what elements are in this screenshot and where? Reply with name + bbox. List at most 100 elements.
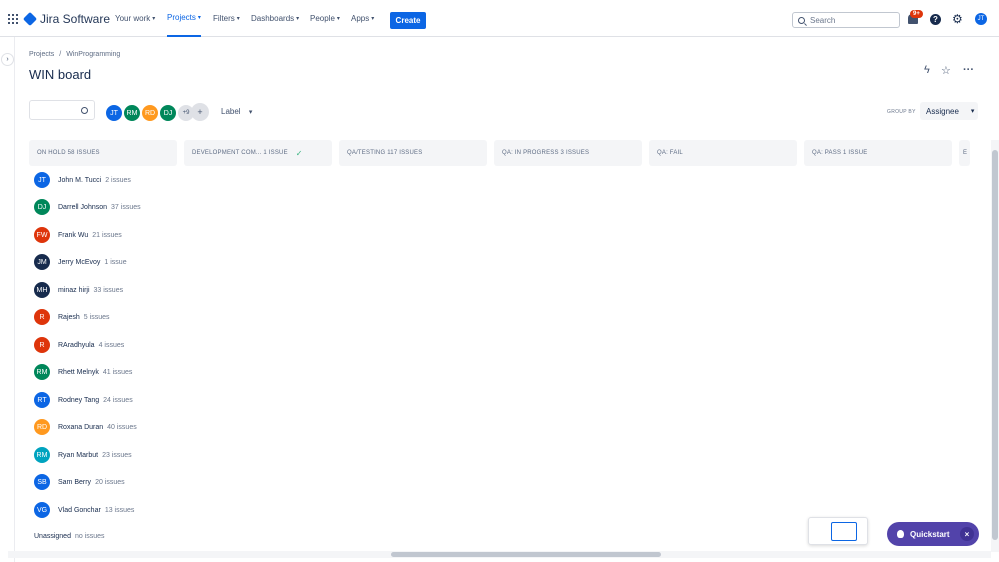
- swimlane-row-unassigned[interactable]: Unassigned no issues: [34, 533, 105, 540]
- swimlane-row[interactable]: JT John M. Tucci 2 issues: [34, 172, 131, 188]
- swimlane-count: 2 issues: [105, 176, 131, 184]
- done-check-icon: ✓: [295, 148, 303, 158]
- nav-apps[interactable]: Apps ▾: [351, 0, 374, 37]
- column-title: QA: FAIL: [657, 150, 683, 156]
- create-button[interactable]: Create: [390, 12, 426, 29]
- swimlane-row[interactable]: R Rajesh 5 issues: [34, 309, 109, 325]
- close-icon[interactable]: ×: [960, 527, 974, 541]
- board-minimap[interactable]: [808, 517, 868, 545]
- notifications-badge: 9+: [910, 10, 923, 18]
- nav-people[interactable]: People ▾: [310, 0, 340, 37]
- avatar: R: [34, 309, 50, 325]
- swimlane-count: 23 issues: [102, 451, 132, 459]
- column-title: ON HOLD 58 ISSUES: [37, 150, 100, 156]
- swimlane-name: Rajesh: [58, 313, 80, 321]
- avatar-filter-rd[interactable]: RD: [140, 103, 160, 123]
- avatar: SB: [34, 474, 50, 490]
- swimlane-name: Darrell Johnson: [58, 203, 108, 211]
- scrollbar-thumb[interactable]: [391, 552, 661, 557]
- jira-logo[interactable]: Jira Software: [22, 11, 110, 27]
- nav-your-work[interactable]: Your work ▾: [115, 0, 155, 37]
- swimlane-row[interactable]: MH minaz hirji 33 issues: [34, 282, 123, 298]
- page-title: WIN board: [29, 67, 92, 82]
- swimlane-row[interactable]: RD Roxana Duran 40 issues: [34, 419, 137, 435]
- nav-label: Dashboards: [251, 14, 295, 23]
- swimlane-name: Unassigned: [34, 533, 71, 540]
- swimlane-row[interactable]: RM Ryan Marbut 23 issues: [34, 447, 132, 463]
- swimlane-row[interactable]: FW Frank Wu 21 issues: [34, 227, 122, 243]
- horizontal-scrollbar[interactable]: [8, 551, 991, 558]
- avatar: R: [34, 337, 50, 353]
- more-actions-icon[interactable]: ···: [963, 64, 974, 76]
- chevron-down-icon: ▾: [236, 16, 240, 22]
- swimlane-count: 5 issues: [83, 313, 110, 321]
- swimlane-name: Ryan Marbut: [58, 451, 99, 459]
- swimlane-count: no issues: [74, 533, 105, 540]
- column-title: DEVELOPMENT COM... 1 ISSUE: [192, 150, 288, 156]
- nav-dashboards[interactable]: Dashboards ▾: [251, 0, 299, 37]
- sidebar-rail: [0, 37, 15, 562]
- column-development-complete[interactable]: DEVELOPMENT COM... 1 ISSUE ✓: [184, 140, 332, 166]
- group-by-label: GROUP BY: [887, 109, 916, 115]
- column-partial[interactable]: E: [959, 140, 970, 166]
- swimlane-count: 20 issues: [95, 478, 125, 486]
- swimlane-name: Vlad Gonchar: [58, 506, 101, 514]
- minimap-viewport[interactable]: [831, 522, 857, 541]
- breadcrumb-project[interactable]: WinProgramming: [66, 51, 120, 58]
- swimlane-row[interactable]: SB Sam Berry 20 issues: [34, 474, 125, 490]
- label-filter-dropdown[interactable]: Label ▾: [221, 107, 252, 116]
- user-avatar[interactable]: JT: [975, 13, 987, 25]
- avatar: JM: [34, 254, 50, 270]
- swimlane-row[interactable]: RM Rhett Melnyk 41 issues: [34, 364, 132, 380]
- column-on-hold[interactable]: ON HOLD 58 ISSUES: [29, 140, 177, 166]
- swimlane-count: 41 issues: [102, 368, 133, 376]
- nav-label: Projects: [167, 13, 196, 22]
- avatar-filter-rm[interactable]: RM: [122, 103, 142, 123]
- column-qa-pass[interactable]: QA: PASS 1 ISSUE: [804, 140, 952, 166]
- avatar-filter-jt[interactable]: JT: [104, 103, 124, 123]
- quickstart-button[interactable]: Quickstart ×: [887, 522, 979, 546]
- avatar: RD: [34, 419, 50, 435]
- swimlane-row[interactable]: VG Vlad Gonchar 13 issues: [34, 502, 134, 518]
- column-qa-testing[interactable]: QA/TESTING 117 ISSUES: [339, 140, 487, 166]
- expand-sidebar-icon[interactable]: ›: [1, 53, 14, 66]
- column-qa-in-progress[interactable]: QA: IN PROGRESS 3 ISSUES: [494, 140, 642, 166]
- avatar: JT: [34, 172, 50, 188]
- swimlane-count: 40 issues: [107, 423, 137, 431]
- quickstart-label: Quickstart: [910, 529, 950, 539]
- swimlane-name: Jerry McEvoy: [58, 258, 101, 266]
- vertical-scrollbar[interactable]: [991, 140, 999, 552]
- column-title: QA/TESTING 117 ISSUES: [347, 150, 423, 156]
- breadcrumb-projects[interactable]: Projects: [29, 51, 54, 58]
- search-input[interactable]: Search: [792, 12, 900, 28]
- column-qa-fail[interactable]: QA: FAIL: [649, 140, 797, 166]
- add-people-icon[interactable]: +: [191, 103, 209, 121]
- settings-gear-icon[interactable]: ⚙: [952, 13, 964, 25]
- chevron-down-icon: ▾: [296, 16, 300, 22]
- swimlane-count: 21 issues: [92, 231, 122, 239]
- app-switcher-icon[interactable]: [8, 14, 18, 24]
- chevron-down-icon: ▾: [336, 16, 340, 22]
- swimlane-name: Sam Berry: [58, 478, 92, 486]
- star-icon[interactable]: ☆: [941, 64, 951, 77]
- avatar-filter-dj[interactable]: DJ: [158, 103, 178, 123]
- swimlane-row[interactable]: JM Jerry McEvoy 1 issue: [34, 254, 127, 270]
- nav-label: Filters: [213, 14, 235, 23]
- group-by-select[interactable]: Assignee ▾: [920, 102, 978, 120]
- swimlane-count: 33 issues: [93, 286, 124, 294]
- swimlane-row[interactable]: R RAradhyula 4 issues: [34, 337, 124, 353]
- swimlane-name: Frank Wu: [58, 231, 89, 239]
- search-icon: [798, 16, 805, 24]
- scrollbar-thumb[interactable]: [992, 150, 998, 540]
- group-by-value: Assignee: [926, 106, 959, 116]
- swimlane-row[interactable]: RT Rodney Tang 24 issues: [34, 392, 133, 408]
- swimlane-row[interactable]: DJ Darrell Johnson 37 issues: [34, 199, 141, 215]
- nav-filters[interactable]: Filters ▾: [213, 0, 240, 37]
- nav-projects[interactable]: Projects ▾: [167, 0, 201, 37]
- nav-label: People: [310, 14, 335, 23]
- board-search-input[interactable]: [29, 100, 95, 120]
- help-icon[interactable]: ?: [930, 14, 941, 25]
- label-filter-text: Label: [221, 107, 241, 116]
- chevron-down-icon: ▾: [248, 109, 253, 116]
- lightning-icon[interactable]: ϟ: [924, 64, 930, 76]
